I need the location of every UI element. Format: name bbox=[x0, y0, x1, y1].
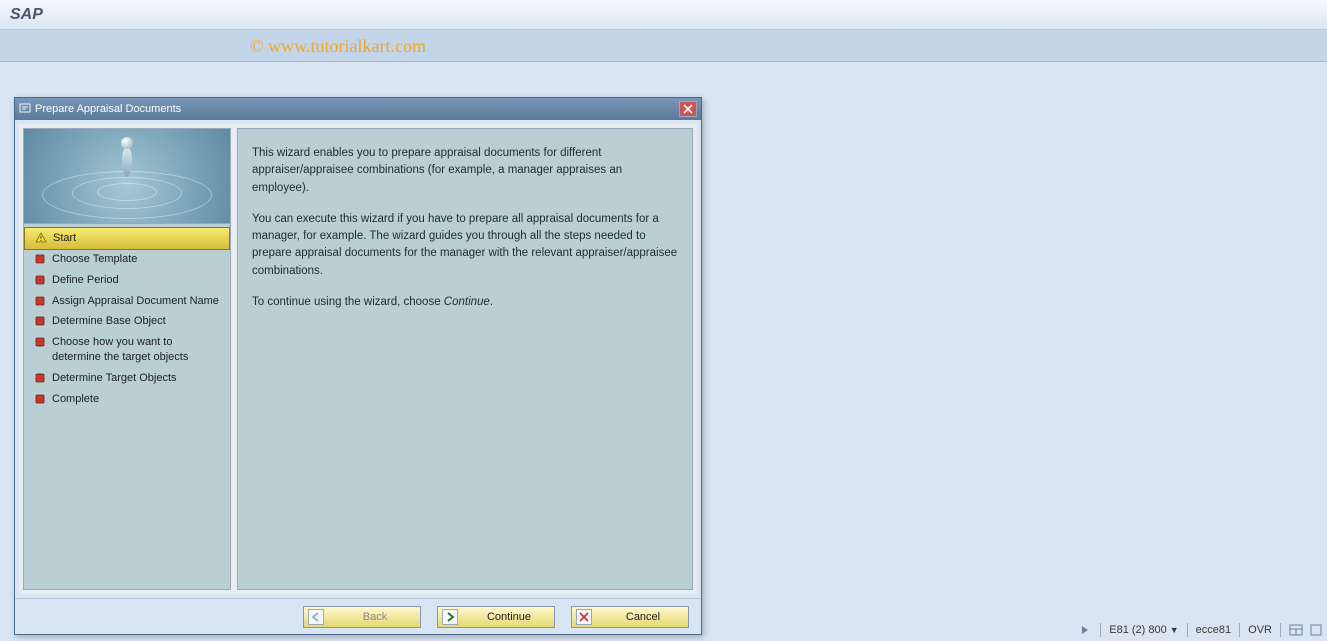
wizard-content: This wizard enables you to prepare appra… bbox=[237, 128, 693, 590]
arrow-left-icon bbox=[308, 609, 324, 625]
wizard-image bbox=[23, 128, 231, 224]
led-red-icon bbox=[34, 372, 46, 384]
wizard-step-choose-target-method[interactable]: Choose how you want to determine the tar… bbox=[24, 332, 230, 368]
led-red-icon bbox=[34, 393, 46, 405]
wizard-text-em: Continue bbox=[444, 296, 490, 308]
status-mode: OVR bbox=[1248, 624, 1272, 636]
triangle-right-icon[interactable] bbox=[1078, 623, 1092, 637]
led-red-icon bbox=[34, 315, 46, 327]
arrow-right-icon bbox=[442, 609, 458, 625]
wizard-paragraph: You can execute this wizard if you have … bbox=[252, 211, 678, 280]
back-button[interactable]: Back bbox=[303, 606, 421, 628]
dialog-icon bbox=[19, 102, 31, 117]
led-red-icon bbox=[34, 336, 46, 348]
led-red-icon bbox=[34, 253, 46, 265]
wizard-step-label: Complete bbox=[52, 392, 99, 407]
status-system[interactable]: E81 (2) 800 ▼ bbox=[1109, 624, 1178, 636]
cancel-icon bbox=[576, 609, 592, 625]
led-red-icon bbox=[34, 274, 46, 286]
wizard-step-label: Define Period bbox=[52, 273, 119, 288]
led-red-icon bbox=[34, 295, 46, 307]
wizard-step-label: Choose how you want to determine the tar… bbox=[52, 335, 220, 365]
dialog-title: Prepare Appraisal Documents bbox=[35, 103, 675, 115]
wizard-step-base-object[interactable]: Determine Base Object bbox=[24, 311, 230, 332]
wizard-right-column: This wizard enables you to prepare appra… bbox=[237, 128, 693, 590]
cancel-button[interactable]: Cancel bbox=[571, 606, 689, 628]
wizard-text: To continue using the wizard, choose bbox=[252, 296, 444, 308]
wizard-step-list: Start Choose Template Define Period bbox=[23, 224, 231, 590]
app-title: SAP bbox=[10, 6, 43, 24]
toolbar: © www.tutorialkart.com bbox=[0, 30, 1327, 62]
statusbar: E81 (2) 800 ▼ ecce81 OVR bbox=[1078, 619, 1327, 641]
status-system-text: E81 (2) 800 bbox=[1109, 624, 1166, 636]
dialog-titlebar[interactable]: Prepare Appraisal Documents bbox=[15, 98, 701, 120]
wizard-step-define-period[interactable]: Define Period bbox=[24, 270, 230, 291]
expand-icon[interactable] bbox=[1309, 623, 1323, 637]
wizard-step-assign-name[interactable]: Assign Appraisal Document Name bbox=[24, 291, 230, 312]
watermark-text: © www.tutorialkart.com bbox=[250, 36, 426, 57]
status-server: ecce81 bbox=[1196, 624, 1231, 636]
wizard-step-start[interactable]: Start bbox=[24, 227, 230, 250]
canvas: Prepare Appraisal Documents bbox=[0, 62, 1327, 641]
wizard-step-label: Choose Template bbox=[52, 252, 137, 267]
dialog-prepare-appraisal: Prepare Appraisal Documents bbox=[14, 97, 702, 635]
wizard-step-label: Assign Appraisal Document Name bbox=[52, 294, 219, 309]
wizard-paragraph: To continue using the wizard, choose Con… bbox=[252, 294, 678, 311]
button-label: Continue bbox=[472, 611, 546, 623]
chevron-down-icon: ▼ bbox=[1170, 625, 1179, 635]
dialog-button-bar: Back Continue Cancel bbox=[15, 598, 701, 634]
button-label: Cancel bbox=[606, 611, 680, 623]
wizard-step-label: Start bbox=[53, 231, 76, 246]
dialog-body: Start Choose Template Define Period bbox=[15, 120, 701, 598]
wizard-paragraph: This wizard enables you to prepare appra… bbox=[252, 145, 678, 197]
wizard-step-complete[interactable]: Complete bbox=[24, 389, 230, 410]
warning-icon bbox=[35, 232, 47, 244]
wizard-text: . bbox=[490, 296, 493, 308]
wizard-step-label: Determine Base Object bbox=[52, 314, 166, 329]
wizard-left-column: Start Choose Template Define Period bbox=[23, 128, 231, 590]
wizard-step-choose-template[interactable]: Choose Template bbox=[24, 249, 230, 270]
close-button[interactable] bbox=[679, 101, 697, 117]
app-header: SAP bbox=[0, 0, 1327, 30]
continue-button[interactable]: Continue bbox=[437, 606, 555, 628]
wizard-step-label: Determine Target Objects bbox=[52, 371, 177, 386]
wizard-step-determine-target[interactable]: Determine Target Objects bbox=[24, 368, 230, 389]
button-label: Back bbox=[338, 611, 412, 623]
layout-icon[interactable] bbox=[1289, 623, 1303, 637]
